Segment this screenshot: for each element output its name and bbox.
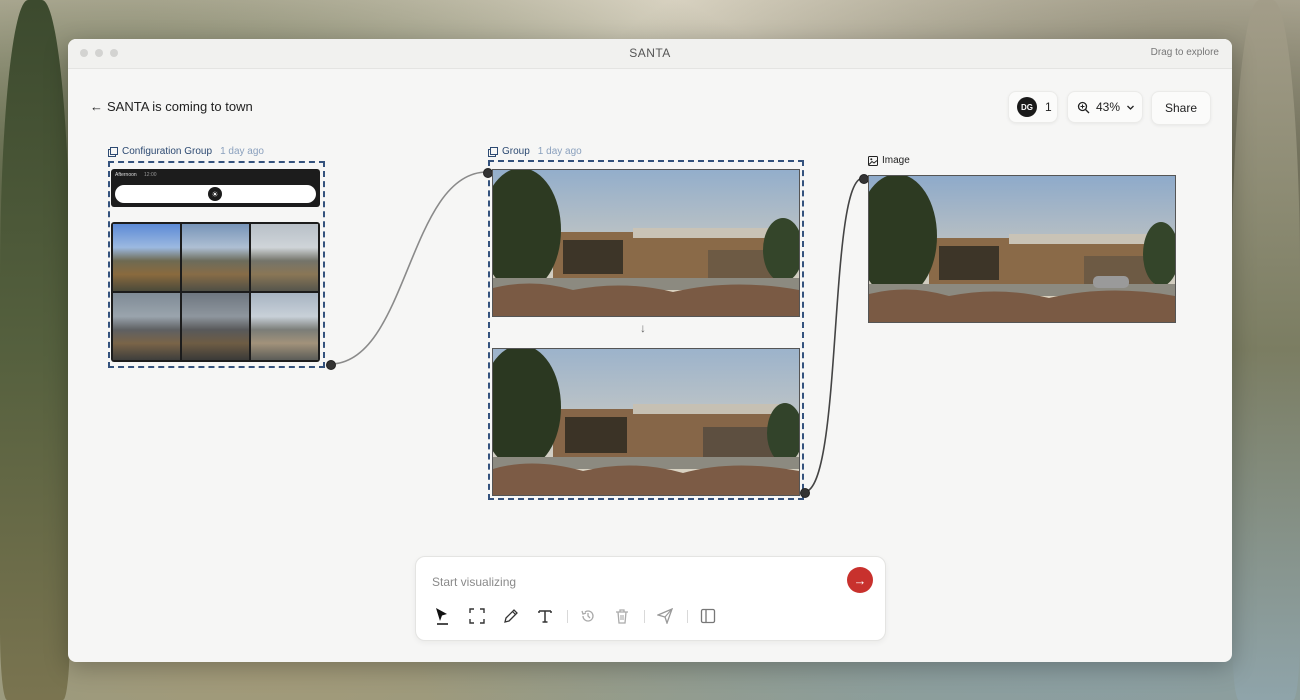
sun-icon[interactable]: ☀ xyxy=(208,187,222,201)
frame-tool[interactable] xyxy=(468,607,486,625)
config-group-time: 1 day ago xyxy=(220,146,264,157)
pen-tool[interactable] xyxy=(502,607,520,625)
app-window: SANTA Drag to explore ← SANTA is coming … xyxy=(68,39,1232,662)
prompt-composer: → xyxy=(415,556,886,641)
text-icon xyxy=(538,610,552,623)
text-tool[interactable] xyxy=(536,607,554,625)
arrow-down-icon: ↓ xyxy=(640,321,646,335)
variant-grid xyxy=(111,222,320,362)
variant-thumbnail[interactable] xyxy=(251,293,318,360)
pen-icon xyxy=(504,609,518,623)
image-node[interactable] xyxy=(868,175,1176,323)
config-group-label[interactable]: Configuration Group 1 day ago xyxy=(108,146,264,157)
history-tool[interactable] xyxy=(579,607,597,625)
time-of-day-panel: Afternoon 12:00 ☀ xyxy=(111,169,320,207)
group-icon xyxy=(488,146,498,157)
background-tree xyxy=(1232,0,1300,700)
select-tool[interactable] xyxy=(433,607,451,625)
group-name: Group xyxy=(502,146,530,157)
select-icon xyxy=(436,608,448,625)
variant-thumbnail[interactable] xyxy=(182,293,249,360)
time-of-day-label: Afternoon xyxy=(115,172,137,178)
history-icon xyxy=(581,610,594,622)
group-label[interactable]: Group 1 day ago xyxy=(488,146,582,157)
send-plane-icon xyxy=(657,608,673,624)
variant-thumbnail[interactable] xyxy=(113,293,180,360)
output-anchor[interactable] xyxy=(326,360,336,370)
variant-thumbnail[interactable] xyxy=(251,224,318,291)
arrow-right-icon: → xyxy=(853,572,867,588)
variant-thumbnail[interactable] xyxy=(113,224,180,291)
image-node-name: Image xyxy=(882,155,910,166)
image-node-label[interactable]: Image xyxy=(868,155,910,166)
send-button[interactable]: → xyxy=(847,567,873,593)
clock-label: 12:00 xyxy=(144,172,157,178)
group-icon xyxy=(108,146,118,157)
toolbar-divider xyxy=(644,610,645,623)
group-time: 1 day ago xyxy=(537,146,582,157)
render-image-bottom[interactable] xyxy=(492,348,800,496)
send-tool[interactable] xyxy=(656,607,674,625)
variant-thumbnail[interactable] xyxy=(182,224,249,291)
panel-tool[interactable] xyxy=(699,607,717,625)
toolbar-divider xyxy=(687,610,688,623)
prompt-input[interactable] xyxy=(430,574,814,590)
delete-tool[interactable] xyxy=(613,607,631,625)
panel-icon xyxy=(700,608,716,624)
image-icon xyxy=(868,155,878,166)
trash-icon xyxy=(616,609,628,624)
background-tree xyxy=(0,0,70,700)
time-slider[interactable]: ☀ xyxy=(115,185,316,203)
frame-icon xyxy=(469,608,485,624)
toolbar-divider xyxy=(567,610,568,623)
config-group-name: Configuration Group xyxy=(122,146,213,157)
render-image-top[interactable] xyxy=(492,169,800,317)
output-anchor[interactable] xyxy=(800,488,810,498)
